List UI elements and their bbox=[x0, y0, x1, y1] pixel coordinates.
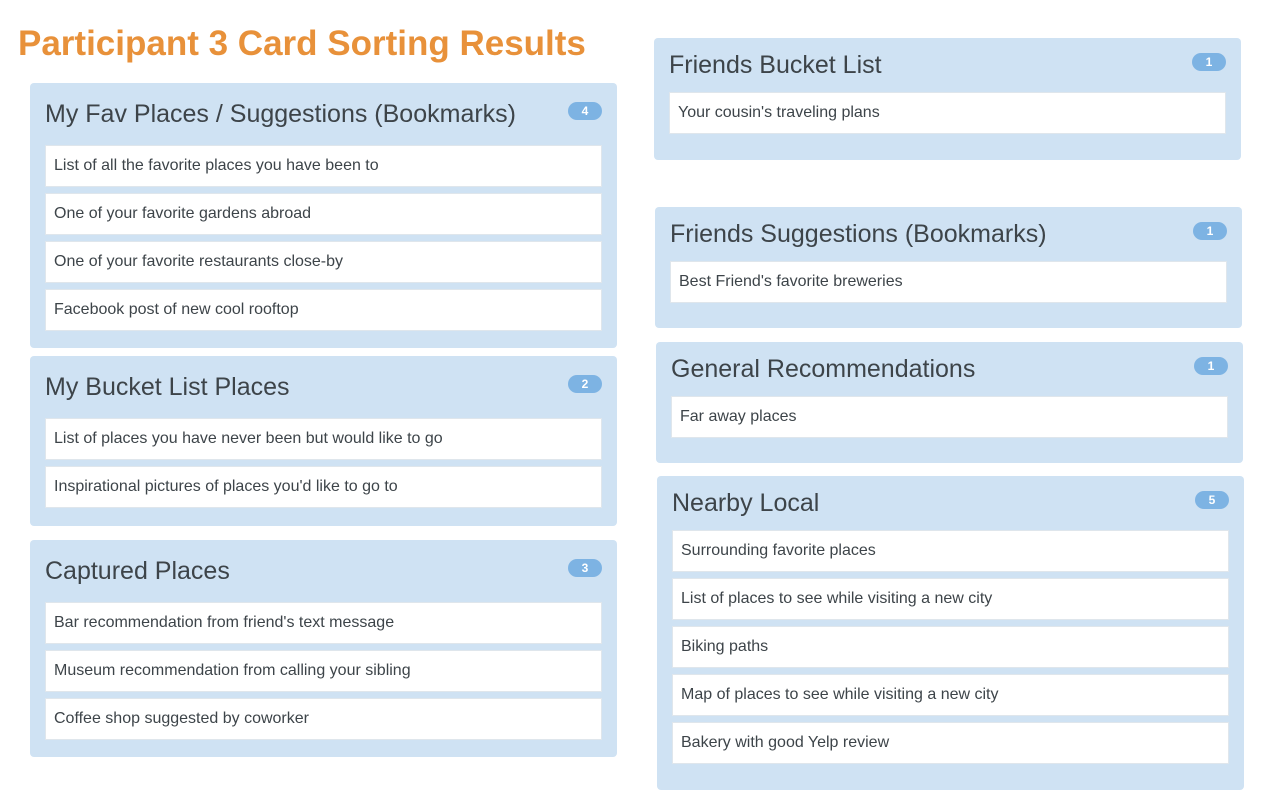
group-header: Nearby Local 5 bbox=[672, 476, 1229, 530]
card[interactable]: Map of places to see while visiting a ne… bbox=[672, 674, 1229, 716]
category-group: My Fav Places / Suggestions (Bookmarks) 4… bbox=[30, 83, 617, 348]
card[interactable]: Best Friend's favorite breweries bbox=[670, 261, 1227, 303]
category-group: General Recommendations 1 Far away places bbox=[656, 342, 1243, 463]
card-count-badge: 1 bbox=[1192, 53, 1226, 71]
group-title: My Fav Places / Suggestions (Bookmarks) bbox=[45, 99, 516, 128]
card[interactable]: List of all the favorite places you have… bbox=[45, 145, 602, 187]
group-header: Captured Places 3 bbox=[45, 540, 602, 602]
card-count-badge: 4 bbox=[568, 102, 602, 120]
card[interactable]: List of places you have never been but w… bbox=[45, 418, 602, 460]
group-header: Friends Bucket List 1 bbox=[669, 38, 1226, 92]
group-header: My Bucket List Places 2 bbox=[45, 356, 602, 418]
card-count-badge: 2 bbox=[568, 375, 602, 393]
category-group: My Bucket List Places 2 List of places you… bbox=[30, 356, 617, 526]
card[interactable]: Bakery with good Yelp review bbox=[672, 722, 1229, 764]
group-header: Friends Suggestions (Bookmarks) 1 bbox=[670, 207, 1227, 261]
card[interactable]: List of places to see while visiting a n… bbox=[672, 578, 1229, 620]
group-title: Friends Bucket List bbox=[669, 50, 882, 79]
card[interactable]: Facebook post of new cool rooftop bbox=[45, 289, 602, 331]
card[interactable]: Biking paths bbox=[672, 626, 1229, 668]
group-title: My Bucket List Places bbox=[45, 372, 290, 401]
card[interactable]: One of your favorite restaurants close-b… bbox=[45, 241, 602, 283]
group-title: General Recommendations bbox=[671, 354, 976, 383]
group-title: Captured Places bbox=[45, 556, 230, 585]
category-group: Nearby Local 5 Surrounding favorite places… bbox=[657, 476, 1244, 790]
card[interactable]: Surrounding favorite places bbox=[672, 530, 1229, 572]
card-count-badge: 1 bbox=[1193, 222, 1227, 240]
card-count-badge: 3 bbox=[568, 559, 602, 577]
card[interactable]: One of your favorite gardens abroad bbox=[45, 193, 602, 235]
group-title: Nearby Local bbox=[672, 488, 820, 517]
group-title: Friends Suggestions (Bookmarks) bbox=[670, 219, 1047, 248]
group-header: My Fav Places / Suggestions (Bookmarks) 4 bbox=[45, 83, 602, 145]
card[interactable]: Bar recommendation from friend's text me… bbox=[45, 602, 602, 644]
category-group: Friends Bucket List 1 Your cousin's travel… bbox=[654, 38, 1241, 160]
card[interactable]: Your cousin's traveling plans bbox=[669, 92, 1226, 134]
category-group: Captured Places 3 Bar recommendation from … bbox=[30, 540, 617, 757]
card[interactable]: Museum recommendation from calling your … bbox=[45, 650, 602, 692]
page-title: Participant 3 Card Sorting Results bbox=[18, 24, 586, 63]
category-group: Friends Suggestions (Bookmarks) 1 Best Fri… bbox=[655, 207, 1242, 328]
group-header: General Recommendations 1 bbox=[671, 342, 1228, 396]
card[interactable]: Coffee shop suggested by coworker bbox=[45, 698, 602, 740]
card-count-badge: 5 bbox=[1195, 491, 1229, 509]
card-count-badge: 1 bbox=[1194, 357, 1228, 375]
card[interactable]: Inspirational pictures of places you'd l… bbox=[45, 466, 602, 508]
card[interactable]: Far away places bbox=[671, 396, 1228, 438]
